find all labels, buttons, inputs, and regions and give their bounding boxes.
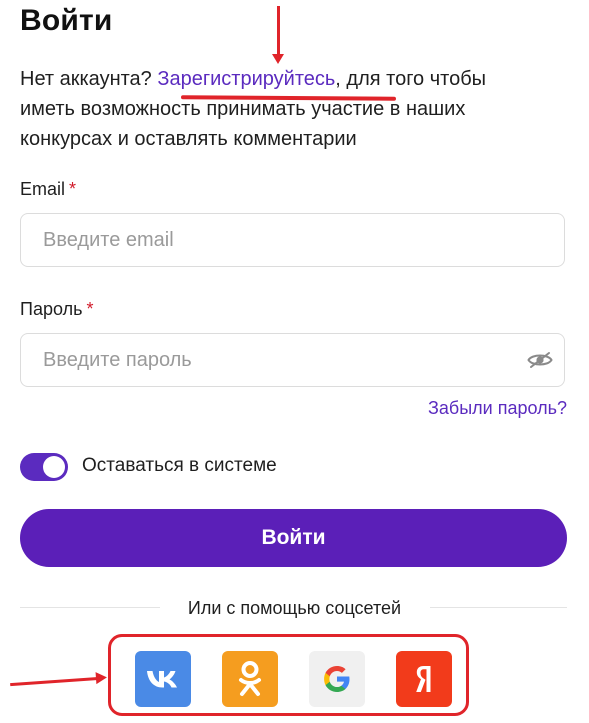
email-required-mark: * [69, 179, 77, 199]
eye-hidden-icon[interactable] [527, 351, 553, 369]
annotation-arrow-right [10, 677, 99, 687]
password-required-mark: * [86, 299, 94, 319]
google-icon [324, 666, 350, 692]
remember-toggle[interactable] [20, 453, 68, 481]
email-label-text: Email [20, 179, 66, 199]
email-label: Email * [20, 179, 76, 200]
login-page: Войти Нет аккаунта? Зарегистрируйтесь, д… [0, 0, 589, 723]
vk-login-button[interactable] [135, 651, 191, 707]
annotation-arrow-down [272, 6, 284, 64]
intro-prefix: Нет аккаунта? [20, 68, 158, 90]
password-label-text: Пароль [20, 299, 83, 319]
email-field[interactable] [20, 213, 565, 267]
password-label: Пароль * [20, 299, 93, 320]
yandex-icon [416, 666, 431, 692]
yandex-login-button[interactable] [396, 651, 452, 707]
forgot-password-link[interactable]: Забыли пароль? [428, 398, 567, 419]
remember-label: Оставаться в системе [82, 455, 277, 476]
ok-icon [239, 661, 261, 696]
social-divider-text: Или с помощью соцсетей [187, 598, 402, 618]
google-login-button[interactable] [309, 651, 365, 707]
toggle-knob [43, 456, 65, 478]
intro-text: Нет аккаунта? Зарегистрируйтесь, для тог… [20, 64, 540, 154]
login-button[interactable]: Войти [20, 509, 567, 567]
page-title: Войти [20, 4, 113, 37]
odnoklassniki-login-button[interactable] [222, 651, 278, 707]
register-link[interactable]: Зарегистрируйтесь [157, 68, 335, 90]
password-field[interactable] [20, 333, 565, 387]
vk-icon [147, 671, 177, 688]
divider-right [430, 607, 567, 608]
